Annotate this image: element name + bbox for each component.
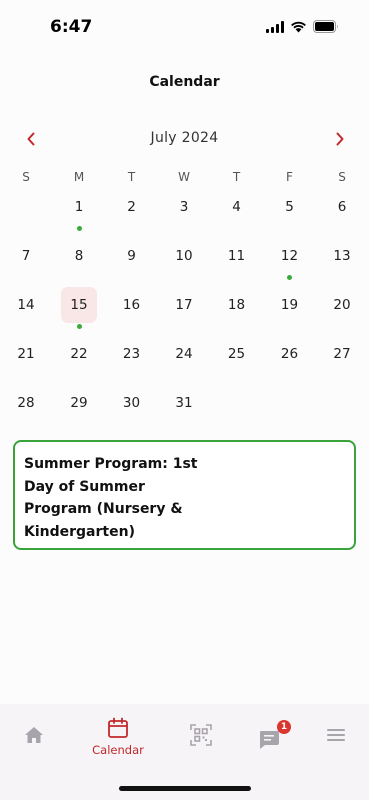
calendar-day[interactable]: 18 bbox=[219, 287, 255, 323]
next-month-button[interactable] bbox=[328, 128, 352, 150]
status-time: 6:47 bbox=[50, 17, 93, 37]
weekday-label: W bbox=[178, 170, 190, 184]
page-title: Calendar bbox=[149, 74, 220, 90]
weekday-header-row: SMTWTFS bbox=[0, 170, 369, 188]
calendar-day[interactable]: 25 bbox=[219, 336, 255, 372]
calendar-day[interactable]: 29 bbox=[61, 385, 97, 421]
calendar-day[interactable]: 17 bbox=[166, 287, 202, 323]
event-indicator-dot bbox=[76, 324, 82, 329]
weekday-label: F bbox=[286, 170, 293, 184]
calendar-day[interactable]: 21 bbox=[8, 336, 44, 372]
calendar-day[interactable]: 28 bbox=[8, 385, 44, 421]
tab-calendar-label: Calendar bbox=[92, 743, 144, 757]
calendar-day[interactable]: 5 bbox=[272, 189, 308, 225]
event-title: Summer Program: 1st Day of Summer Progra… bbox=[24, 456, 198, 540]
calendar-day[interactable]: 9 bbox=[114, 238, 150, 274]
home-icon bbox=[25, 727, 43, 743]
calendar-day[interactable]: 13 bbox=[324, 238, 360, 274]
calendar-day[interactable]: 10 bbox=[166, 238, 202, 274]
status-icons bbox=[266, 20, 339, 33]
qr-scan-icon bbox=[190, 724, 212, 746]
messages-badge: 1 bbox=[277, 720, 291, 734]
calendar-day[interactable]: 31 bbox=[166, 385, 202, 421]
weekday-label: M bbox=[73, 170, 85, 184]
tab-scan[interactable] bbox=[190, 724, 212, 788]
status-bar: 6:47 bbox=[0, 0, 369, 54]
calendar-day[interactable]: 14 bbox=[8, 287, 44, 323]
calendar-day[interactable]: 1 bbox=[61, 189, 97, 225]
home-indicator bbox=[119, 786, 251, 791]
message-icon bbox=[260, 731, 279, 749]
calendar-day[interactable]: 22 bbox=[61, 336, 97, 372]
event-card[interactable]: Summer Program: 1st Day of Summer Progra… bbox=[13, 440, 356, 550]
calendar-day[interactable]: 24 bbox=[166, 336, 202, 372]
month-navigation: July 2024 bbox=[0, 128, 369, 150]
calendar-day[interactable]: 12 bbox=[272, 238, 308, 274]
calendar-icon bbox=[108, 717, 128, 738]
calendar-day[interactable]: 3 bbox=[166, 189, 202, 225]
calendar-day[interactable]: 23 bbox=[114, 336, 150, 372]
chevron-right-icon bbox=[336, 132, 344, 146]
weekday-label: S bbox=[22, 170, 30, 184]
calendar-day[interactable]: 27 bbox=[324, 336, 360, 372]
weekday-label: S bbox=[338, 170, 346, 184]
calendar-day[interactable]: 8 bbox=[61, 238, 97, 274]
calendar-day[interactable]: 30 bbox=[114, 385, 150, 421]
event-indicator-dot bbox=[76, 226, 82, 231]
tab-messages[interactable] bbox=[257, 729, 281, 793]
hamburger-menu-icon bbox=[327, 729, 345, 741]
tab-menu[interactable] bbox=[325, 728, 347, 792]
calendar-day[interactable]: 2 bbox=[114, 189, 150, 225]
calendar-day[interactable]: 20 bbox=[324, 287, 360, 323]
battery-icon bbox=[313, 20, 339, 33]
calendar-day[interactable]: 6 bbox=[324, 189, 360, 225]
calendar-day[interactable]: 7 bbox=[8, 238, 44, 274]
tab-calendar[interactable]: Calendar bbox=[84, 717, 152, 781]
calendar-day-selected[interactable]: 15 bbox=[61, 287, 97, 323]
weekday-label: T bbox=[232, 170, 241, 184]
month-label: July 2024 bbox=[150, 130, 219, 146]
wifi-icon bbox=[290, 20, 307, 33]
event-indicator-dot bbox=[287, 275, 292, 280]
weekday-label: T bbox=[127, 170, 136, 184]
tab-home[interactable] bbox=[21, 725, 47, 789]
cellular-signal-icon bbox=[266, 20, 284, 33]
calendar-day[interactable]: 11 bbox=[219, 238, 255, 274]
calendar-day[interactable]: 26 bbox=[272, 336, 308, 372]
calendar-day[interactable]: 4 bbox=[219, 189, 255, 225]
calendar-day[interactable]: 19 bbox=[272, 287, 308, 323]
calendar-day[interactable]: 16 bbox=[114, 287, 150, 323]
